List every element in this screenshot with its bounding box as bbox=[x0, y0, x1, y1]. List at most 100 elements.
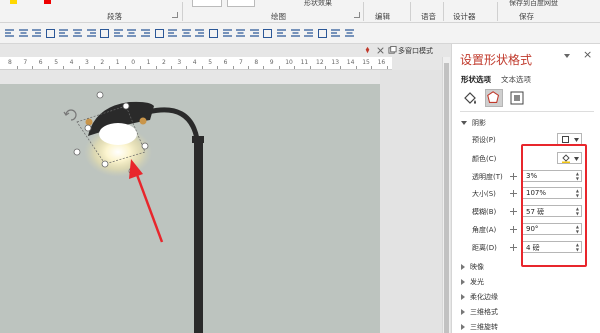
section-3d-rotation[interactable]: 三维旋转 bbox=[461, 322, 498, 332]
ribbon-group-designer: 设计器 bbox=[453, 12, 476, 21]
ruler-number: 10 bbox=[285, 59, 293, 66]
section-shadow[interactable]: 阴影 bbox=[461, 118, 486, 128]
street-lamp-illustration bbox=[63, 91, 204, 333]
fill-line-icon[interactable] bbox=[461, 89, 479, 107]
crop-icon[interactable] bbox=[99, 28, 110, 39]
ruler-tick bbox=[109, 66, 111, 69]
table-icon[interactable] bbox=[72, 28, 83, 39]
justify-icon[interactable] bbox=[45, 28, 56, 39]
ruler-tick bbox=[32, 66, 34, 69]
multi-window-icon[interactable] bbox=[388, 46, 397, 55]
undo-icon[interactable] bbox=[317, 28, 328, 39]
chevron-down-icon bbox=[574, 138, 579, 142]
lamp-arm-cap bbox=[192, 136, 204, 143]
align-center-icon[interactable] bbox=[18, 28, 29, 39]
ruler-tick bbox=[325, 66, 326, 69]
shape-icon[interactable] bbox=[194, 28, 205, 39]
section-glow[interactable]: 发光 bbox=[461, 277, 484, 287]
ribbon-group-voice: 语音 bbox=[421, 12, 436, 21]
section-glow-label: 发光 bbox=[470, 278, 484, 286]
ruler-tick bbox=[340, 66, 342, 69]
size-slider[interactable] bbox=[510, 190, 517, 197]
drawing-launcher-icon[interactable] bbox=[354, 12, 360, 18]
blur-label: 模糊(B) bbox=[472, 208, 497, 216]
pane-options-icon[interactable] bbox=[563, 52, 571, 60]
pin-icon[interactable] bbox=[363, 46, 372, 55]
ruler-tick bbox=[140, 66, 142, 69]
vertical-scrollbar[interactable] bbox=[442, 57, 450, 333]
ruler-tick bbox=[294, 66, 296, 69]
ruler-number: 8 bbox=[8, 59, 12, 66]
rotate-handle-icon[interactable] bbox=[63, 109, 77, 121]
paragraph-launcher-icon[interactable] bbox=[172, 12, 178, 18]
lamp-arm bbox=[147, 107, 200, 140]
outline-icon[interactable] bbox=[222, 28, 233, 39]
window-close-icon[interactable] bbox=[377, 47, 384, 54]
group-icon[interactable] bbox=[140, 28, 151, 39]
effects-tab[interactable] bbox=[485, 89, 503, 107]
pane-close-icon[interactable]: × bbox=[583, 48, 592, 61]
font-color-swatch[interactable] bbox=[44, 0, 51, 4]
section-reflection[interactable]: 映像 bbox=[461, 262, 484, 272]
horizontal-ruler: 8 7 6 5 4 3 2 1 0 1 2 3 4 5 6 7 8 9 10 11 12 13 14 15 16 bbox=[0, 57, 392, 70]
align-right-icon[interactable] bbox=[31, 28, 42, 39]
tab-text-options[interactable]: 文本选项 bbox=[501, 74, 531, 85]
save-image-icon[interactable] bbox=[126, 28, 137, 39]
highlight-color-swatch[interactable] bbox=[10, 0, 17, 4]
oval-icon[interactable] bbox=[208, 28, 219, 39]
ribbon-group-paragraph: 段落 bbox=[107, 12, 122, 21]
bring-front-icon[interactable] bbox=[276, 28, 287, 39]
ruler-number: 2 bbox=[162, 59, 166, 66]
ruler-tick bbox=[309, 66, 311, 69]
section-shadow-label: 阴影 bbox=[472, 119, 486, 127]
angle-slider[interactable] bbox=[510, 226, 517, 233]
section-3d-format[interactable]: 三维格式 bbox=[461, 307, 498, 317]
arrange-icon[interactable] bbox=[167, 28, 178, 39]
ruler-number: 5 bbox=[208, 59, 213, 66]
more-icon[interactable] bbox=[344, 28, 355, 39]
angle-label: 角度(A) bbox=[472, 226, 497, 234]
shape-effects-button[interactable]: 形状效果 bbox=[304, 0, 332, 8]
shadow-icon[interactable] bbox=[249, 28, 260, 39]
redo-icon[interactable] bbox=[330, 28, 341, 39]
send-back-icon[interactable] bbox=[290, 28, 301, 39]
ruler-number: 5 bbox=[54, 59, 59, 66]
align-left-icon[interactable] bbox=[4, 28, 15, 39]
lamp-post bbox=[194, 142, 203, 333]
multi-window-label[interactable]: 多窗口模式 bbox=[398, 46, 433, 56]
ruler-tick bbox=[232, 66, 234, 69]
ribbon-shape-dropdown[interactable] bbox=[192, 0, 222, 7]
ribbon-divider bbox=[182, 2, 183, 21]
pick-icon[interactable] bbox=[303, 28, 314, 39]
rotate-icon[interactable] bbox=[154, 28, 165, 39]
section-3d-rotation-label: 三维旋转 bbox=[470, 323, 498, 331]
section-soft-edges[interactable]: 柔化边缘 bbox=[461, 292, 498, 302]
section-3d-format-label: 三维格式 bbox=[470, 308, 498, 316]
ribbon-arrange-dropdown[interactable] bbox=[227, 0, 255, 7]
flip-icon[interactable] bbox=[181, 28, 192, 39]
ruler-number: 7 bbox=[23, 59, 28, 66]
ruler-tick bbox=[155, 66, 157, 69]
fill-icon[interactable] bbox=[235, 28, 246, 39]
ruler-number: 3 bbox=[85, 59, 89, 66]
effects-icon[interactable] bbox=[262, 28, 273, 39]
save-to-baidu-button[interactable]: 保存到百度网盘 bbox=[509, 0, 558, 8]
blur-slider[interactable] bbox=[510, 208, 517, 215]
slide-canvas[interactable] bbox=[0, 84, 380, 333]
ruler-tick bbox=[124, 66, 126, 69]
tab-shape-options[interactable]: 形状选项 bbox=[461, 74, 491, 85]
transparency-slider[interactable] bbox=[510, 173, 517, 180]
ruler-number: 13 bbox=[331, 59, 340, 66]
size-label: 大小(S) bbox=[472, 190, 496, 198]
ruler-tick bbox=[201, 66, 203, 69]
preset-square-icon bbox=[562, 136, 569, 143]
distribute-icon[interactable] bbox=[58, 28, 69, 39]
image-icon[interactable] bbox=[113, 28, 124, 39]
effects-pentagon-icon bbox=[487, 91, 500, 103]
scrollbar-thumb[interactable] bbox=[444, 63, 449, 333]
ribbon-divider bbox=[497, 2, 498, 21]
lamp-bulb bbox=[99, 123, 137, 145]
size-properties-icon[interactable] bbox=[508, 89, 526, 107]
distance-slider[interactable] bbox=[510, 244, 517, 251]
text-box-icon[interactable] bbox=[86, 28, 97, 39]
